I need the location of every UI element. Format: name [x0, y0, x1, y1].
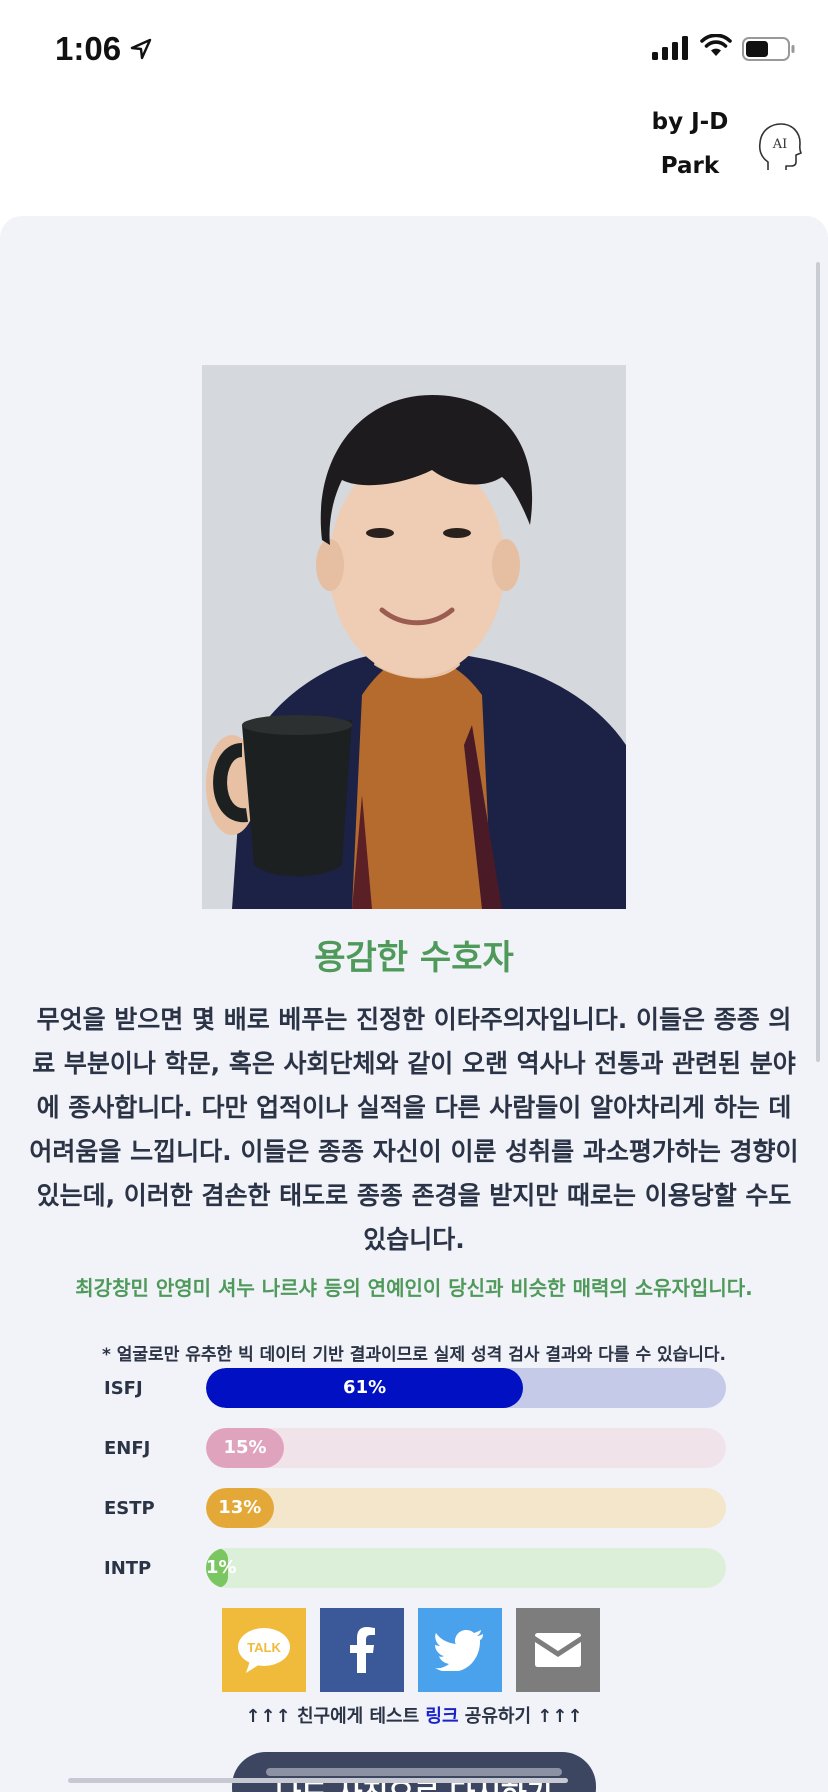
bar-row-estp: ESTP 13% — [104, 1488, 726, 1548]
share-email-button[interactable] — [516, 1608, 600, 1692]
bar-track: 61% — [206, 1368, 726, 1408]
facebook-icon — [350, 1627, 375, 1673]
kakao-talk-label: TALK — [247, 1640, 281, 1655]
bar-label: ISFJ — [104, 1378, 143, 1399]
bar-label: ESTP — [104, 1498, 155, 1519]
home-indicator[interactable] — [266, 1768, 562, 1776]
share-twitter-button[interactable] — [418, 1608, 502, 1692]
bar-fill: 13% — [206, 1488, 274, 1528]
bar-track: 1% — [206, 1548, 726, 1588]
personality-type-title: 용감한 수호자 — [314, 938, 514, 978]
wifi-icon — [700, 34, 732, 56]
kakao-talk-icon: TALK — [238, 1628, 290, 1673]
share-facebook-button[interactable] — [320, 1608, 404, 1692]
horizontal-scroll-indicator — [68, 1778, 568, 1783]
personality-description: 무엇을 받으면 몇 배로 베푸는 진정한 이타주의자입니다. 이들은 종종 의료… — [29, 1005, 799, 1254]
bar-label: INTP — [104, 1558, 152, 1579]
status-time: 1:06 — [55, 30, 122, 67]
brand-line-2: Park — [660, 153, 720, 179]
bar-track: 13% — [206, 1488, 726, 1528]
ai-icon-label: AI — [772, 137, 788, 152]
bar-fill: 1% — [206, 1548, 237, 1588]
cellular-signal-icon — [652, 36, 688, 60]
share-note-prefix: ↑↑↑ 친구에게 테스트 — [245, 1706, 426, 1727]
bar-track: 15% — [206, 1428, 726, 1468]
ai-head-icon[interactable]: AI — [758, 122, 802, 174]
result-disclaimer: * 얼굴로만 유추한 빅 데이터 기반 결과이므로 실제 성격 검사 결과와 다… — [101, 1345, 727, 1365]
bar-fill: 61% — [206, 1368, 524, 1408]
share-note-suffix: 공유하기 ↑↑↑ — [458, 1706, 583, 1727]
bar-label: ENFJ — [104, 1438, 151, 1459]
brand-line-1: by J-D — [651, 109, 729, 135]
portrait-illustration — [202, 365, 626, 909]
brand-author[interactable]: by J-D Park — [640, 100, 740, 188]
location-arrow-icon — [130, 38, 152, 60]
email-icon — [535, 1633, 581, 1667]
bar-row-intp: INTP 1% — [104, 1548, 726, 1608]
bar-fill: 15% — [206, 1428, 284, 1468]
user-photo — [202, 365, 626, 909]
share-link[interactable]: 링크 — [425, 1706, 458, 1727]
celebrity-matches: 최강창민 안영미 셔누 나르샤 등의 연예인이 당신과 비슷한 매력의 소유자입… — [75, 1276, 753, 1300]
mbti-probability-bars: ISFJ 61% ENFJ 15% ESTP 13% INTP 1% — [104, 1368, 726, 1608]
share-link-note: ↑↑↑ 친구에게 테스트 링크 공유하기 ↑↑↑ — [0, 1702, 828, 1728]
twitter-icon — [435, 1630, 483, 1671]
bar-row-enfj: ENFJ 15% — [104, 1428, 726, 1488]
share-kakao-button[interactable]: TALK — [222, 1608, 306, 1692]
bar-row-isfj: ISFJ 61% — [104, 1368, 726, 1428]
status-bar: 1:06 — [0, 0, 828, 92]
battery-icon — [742, 37, 795, 61]
